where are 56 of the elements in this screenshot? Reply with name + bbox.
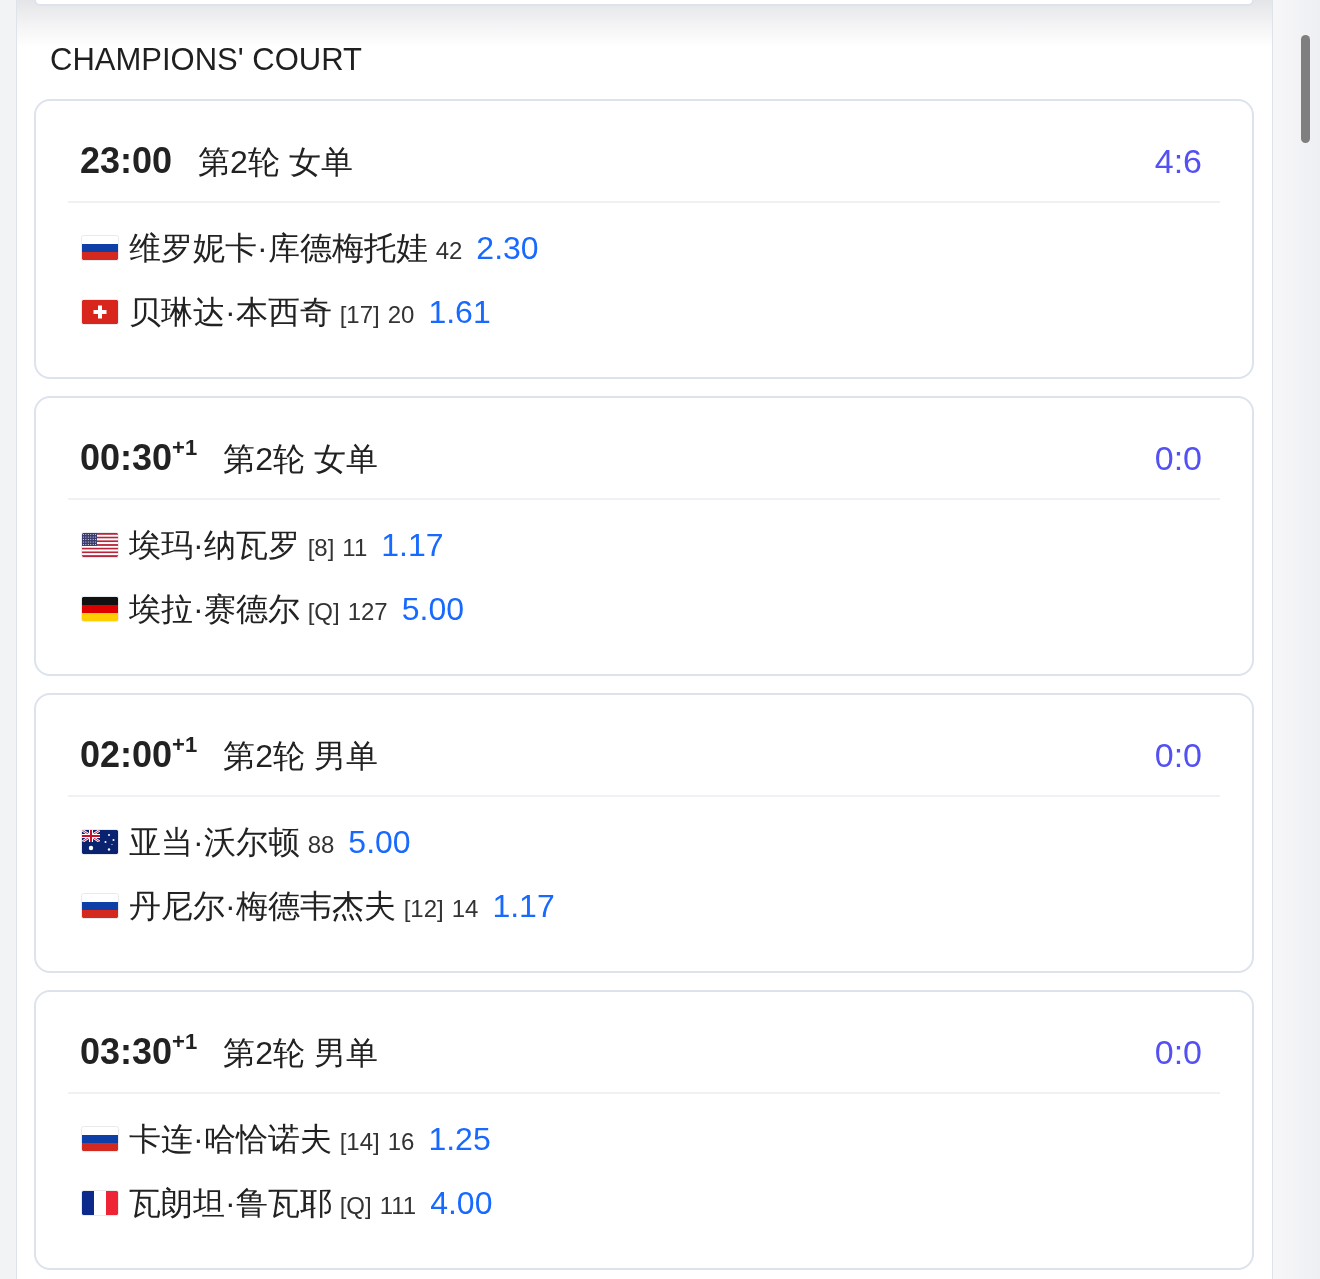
player-name: 维罗妮卡·库德梅托娃	[129, 229, 428, 268]
match-score: 0:0	[1154, 735, 1202, 776]
flag-icon	[81, 596, 119, 622]
player-seed: [14]	[339, 1127, 380, 1157]
player-seed: [17]	[339, 300, 380, 330]
player-odds: 4.00	[430, 1184, 493, 1223]
player-name: 埃拉·赛德尔	[129, 590, 300, 629]
flag-icon	[81, 1126, 119, 1152]
player-odds: 1.25	[428, 1120, 491, 1159]
flag-icon	[81, 829, 119, 855]
match-time: 23:00	[80, 139, 173, 183]
player-rank: 127	[347, 597, 388, 627]
match-score: 0:0	[1154, 438, 1202, 479]
player-odds: 2.30	[476, 229, 539, 268]
player-rank: 88	[307, 830, 335, 860]
flag-icon	[81, 299, 119, 325]
match-card[interactable]: 03:30$^{+1}$ 第2轮 男单 0:0 卡连·哈恰诺夫 [14] 16 1.25 瓦朗坦·鲁瓦耶 [Q] 111 4.00	[34, 990, 1254, 1270]
match-time: 02:00$^{+1}$	[80, 733, 198, 777]
player-odds: 1.61	[428, 293, 491, 332]
flag-icon	[81, 1190, 119, 1216]
match-time: 03:30$^{+1}$	[80, 1030, 198, 1074]
player-name: 亚当·沃尔顿	[129, 823, 300, 862]
match-round: 第2轮 女单	[198, 143, 353, 182]
player-rank: 111	[379, 1191, 417, 1221]
match-round: 第2轮 男单	[223, 1034, 378, 1073]
match-card[interactable]: 00:30$^{+1}$ 第2轮 女单 0:0 埃玛·纳瓦罗 [8] 11 1.17 埃拉·赛德尔 [Q] 127 5.00	[34, 396, 1254, 676]
player-odds: 5.00	[401, 590, 464, 629]
player-seed: [12]	[403, 894, 444, 924]
player-rank: 11	[342, 533, 368, 563]
flag-icon	[81, 893, 119, 919]
player-name: 卡连·哈恰诺夫	[129, 1120, 332, 1159]
player-rank: 42	[435, 236, 463, 266]
player-name: 埃玛·纳瓦罗	[129, 526, 300, 565]
scrollbar-thumb[interactable]	[1301, 35, 1310, 143]
player-odds: 1.17	[381, 526, 444, 565]
player-seed: [Q]	[339, 1191, 372, 1221]
player-name: 瓦朗坦·鲁瓦耶	[129, 1184, 332, 1223]
match-score: 4:6	[1154, 141, 1202, 182]
player-rank: 14	[451, 894, 479, 924]
match-score: 0:0	[1154, 1032, 1202, 1073]
match-round: 第2轮 男单	[223, 737, 378, 776]
match-time: 00:30$^{+1}$	[80, 436, 198, 480]
player-seed: [Q]	[307, 597, 340, 627]
match-card[interactable]: 02:00$^{+1}$ 第2轮 男单 0:0 亚当·沃尔顿 88 5.00 丹尼尔·梅德韦杰夫 [12] 14 1.17	[34, 693, 1254, 973]
player-name: 丹尼尔·梅德韦杰夫	[129, 887, 396, 926]
player-rank: 20	[387, 300, 415, 330]
flag-icon	[81, 532, 119, 558]
player-odds: 5.00	[348, 823, 411, 862]
player-name: 贝琳达·本西奇	[129, 293, 332, 332]
player-odds: 1.17	[492, 887, 555, 926]
flag-icon	[81, 235, 119, 261]
player-seed: [8]	[307, 533, 335, 563]
section-title: CHAMPIONS' COURT	[49, 41, 363, 79]
match-round: 第2轮 女单	[223, 440, 378, 479]
match-card[interactable]: 23:00 第2轮 女单 4:6 维罗妮卡·库德梅托娃 42 2.30 贝琳达·本西奇 [17] 20 1.61	[34, 99, 1254, 379]
player-rank: 16	[387, 1127, 415, 1157]
